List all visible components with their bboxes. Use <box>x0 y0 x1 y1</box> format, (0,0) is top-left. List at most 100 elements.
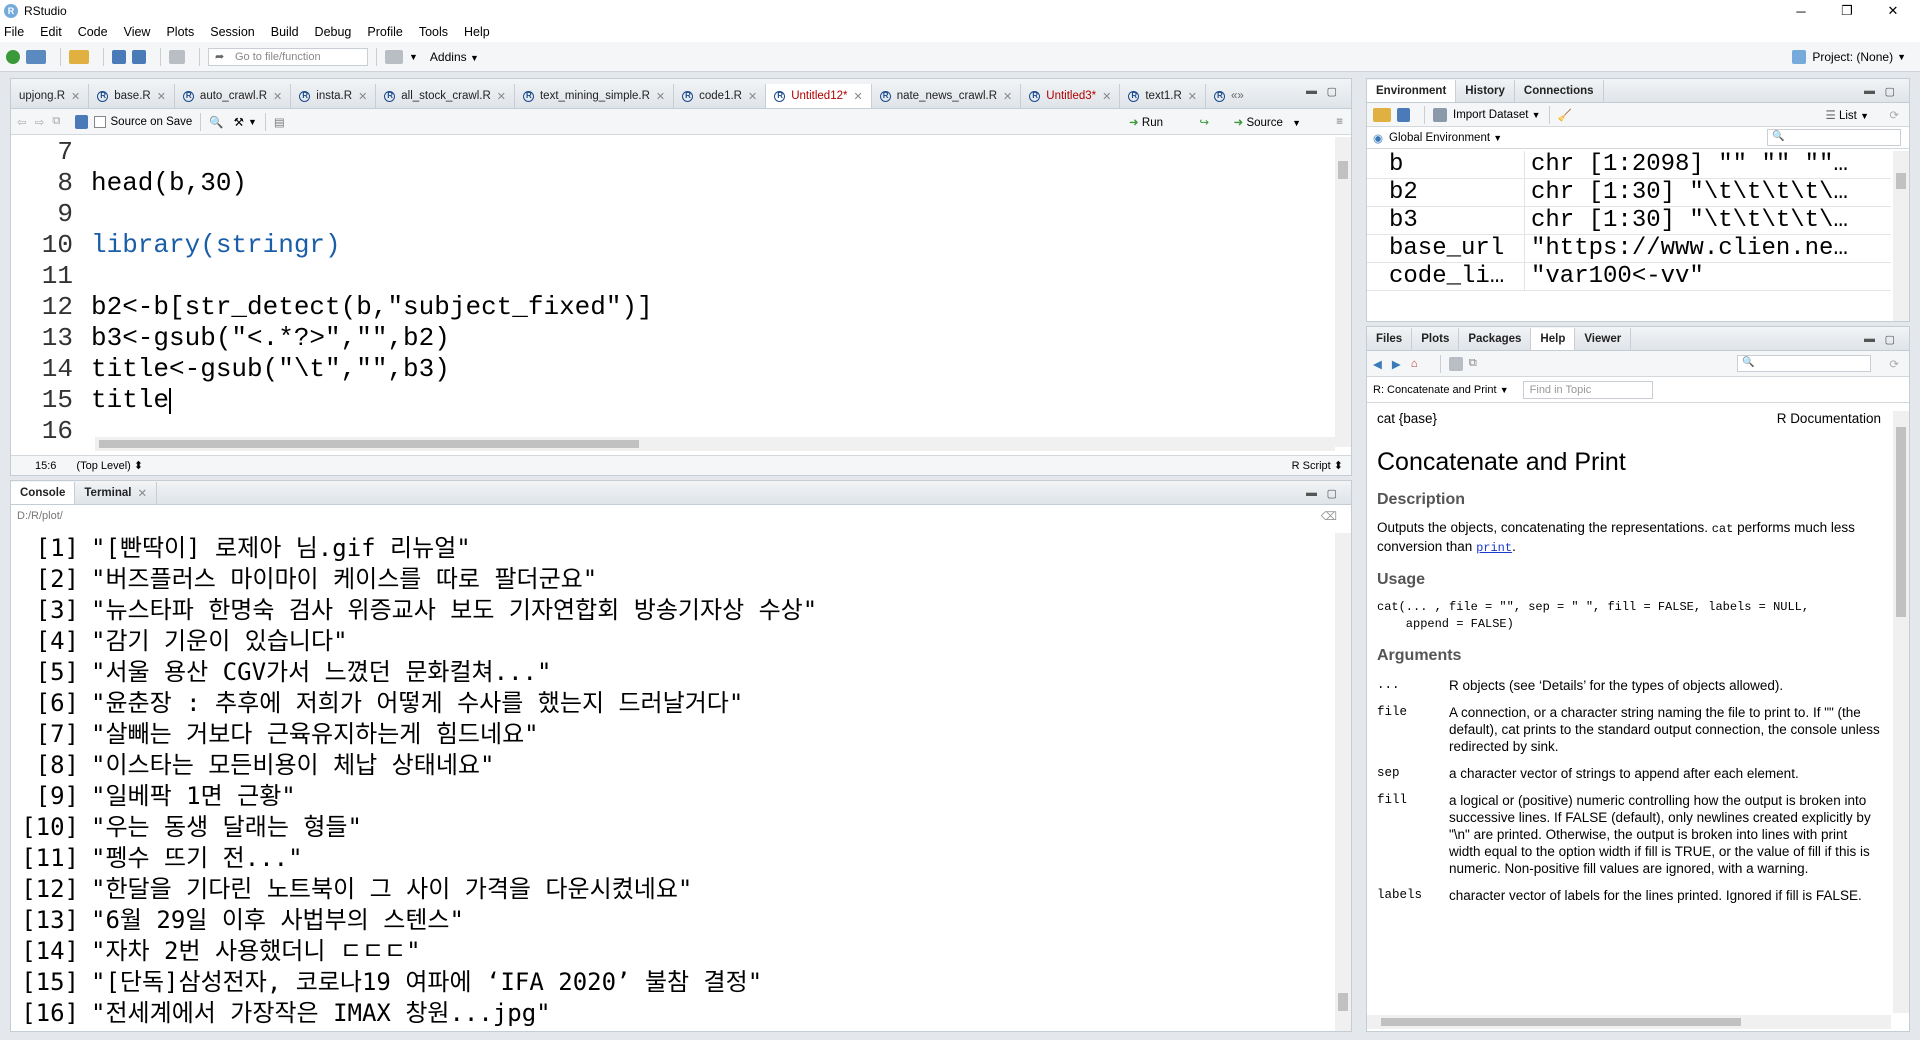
close-tab-icon[interactable]: ✕ <box>71 90 80 103</box>
open-file-icon[interactable] <box>69 49 89 64</box>
print-link[interactable]: print <box>1476 541 1512 555</box>
close-tab-icon[interactable]: ✕ <box>656 90 665 103</box>
code-editor[interactable]: 7 8 head(b,30) 9 10 library(stringr) 11 12… <box>11 137 1333 447</box>
back-arrow-icon[interactable]: ◀ <box>1373 357 1382 371</box>
scroll-thumb[interactable] <box>1338 993 1348 1011</box>
load-workspace-icon[interactable] <box>1373 107 1391 122</box>
new-project-icon[interactable] <box>26 49 46 64</box>
find-in-topic-input[interactable]: Find in Topic <box>1522 380 1653 399</box>
close-tab-icon[interactable]: ✕ <box>358 90 367 103</box>
view-mode-selector[interactable]: ☰ List ▼ <box>1825 108 1869 122</box>
search-icon[interactable]: 🔍 <box>209 115 223 129</box>
show-in-window-icon[interactable]: ⧉ <box>1469 357 1477 370</box>
grid-layout-icon[interactable] <box>385 49 403 64</box>
menu-help[interactable]: Help <box>464 25 490 39</box>
chevron-down-icon[interactable]: ▼ <box>248 117 257 127</box>
minimize-pane-icon[interactable]: ▬ <box>1864 85 1875 97</box>
tab-plots[interactable]: Plots <box>1412 328 1460 350</box>
help-horizontal-scrollbar[interactable] <box>1367 1015 1891 1029</box>
scroll-thumb[interactable] <box>1896 173 1906 189</box>
refresh-icon[interactable]: ⟳ <box>1889 108 1899 122</box>
tab-environment[interactable]: Environment <box>1367 80 1457 102</box>
close-tab-icon[interactable]: ✕ <box>1102 90 1111 103</box>
save-icon[interactable] <box>74 114 88 129</box>
back-arrow-icon[interactable]: ⇦ <box>17 115 27 129</box>
run-button[interactable]: ➜ Run <box>1129 115 1163 129</box>
print-icon[interactable] <box>169 49 185 64</box>
close-tab-icon[interactable]: ✕ <box>157 90 166 103</box>
environment-search-input[interactable]: 🔍 <box>1767 129 1901 146</box>
environment-row[interactable]: base_url "https://www.clien.ne… <box>1367 235 1891 263</box>
console-vertical-scrollbar[interactable] <box>1335 533 1351 1031</box>
close-tab-icon[interactable]: ✕ <box>748 90 757 103</box>
editor-tab[interactable]: base.R✕ <box>89 84 175 108</box>
rerun-icon[interactable]: ↪ <box>1199 115 1209 129</box>
editor-horizontal-scrollbar[interactable] <box>95 437 1335 451</box>
scroll-thumb[interactable] <box>99 440 639 448</box>
compile-report-icon[interactable]: ▤ <box>274 115 285 129</box>
tab-history[interactable]: History <box>1456 80 1515 102</box>
menu-file[interactable]: File <box>4 25 24 39</box>
editor-vertical-scrollbar[interactable] <box>1335 137 1351 447</box>
menu-plots[interactable]: Plots <box>166 25 194 39</box>
editor-tab[interactable]: Untitled3*✕ <box>1021 84 1121 108</box>
close-tab-icon[interactable]: ✕ <box>273 90 282 103</box>
environment-row[interactable]: b chr [1:2098] "" "" ""… <box>1367 151 1891 179</box>
save-icon[interactable] <box>112 49 126 64</box>
project-menu[interactable]: Project: (None) ▼ <box>1792 50 1906 64</box>
source-button[interactable]: ➜ Source ▼ <box>1234 115 1301 129</box>
goto-file-input[interactable]: ➦ Go to file/function <box>208 47 368 66</box>
maximize-pane-icon[interactable]: ▢ <box>1327 487 1337 500</box>
editor-tab-active[interactable]: Untitled12*✕ <box>766 84 872 108</box>
editor-tab[interactable]: text_mining_simple.R✕ <box>515 84 675 108</box>
global-environment-selector[interactable]: Global Environment ▼ <box>1389 132 1502 144</box>
editor-tab[interactable]: insta.R✕ <box>291 84 377 108</box>
menu-session[interactable]: Session <box>210 25 254 39</box>
menu-edit[interactable]: Edit <box>40 25 62 39</box>
show-in-window-icon[interactable]: ⧉ <box>52 115 60 128</box>
editor-tab[interactable]: code1.R✕ <box>674 84 767 108</box>
file-type-selector[interactable]: R Script ⬍ <box>1292 459 1343 472</box>
save-workspace-icon[interactable] <box>1397 107 1410 122</box>
tab-files[interactable]: Files <box>1367 328 1413 350</box>
magic-wand-icon[interactable]: ⚒ <box>234 115 244 129</box>
menu-profile[interactable]: Profile <box>367 25 402 39</box>
close-tab-icon[interactable]: ✕ <box>1003 90 1012 103</box>
menu-view[interactable]: View <box>124 25 151 39</box>
more-tabs-button[interactable]: «» <box>1206 84 1252 108</box>
minimize-pane-icon[interactable]: ▬ <box>1306 487 1317 499</box>
console-output[interactable]: [1] "[빤딱이] 로제아 님.gif 리뉴얼" [2] "버즈플러스 마이마이 … <box>11 533 1333 1031</box>
minimize-button[interactable]: ─ <box>1778 0 1824 22</box>
chevron-down-icon[interactable]: ▼ <box>409 52 418 62</box>
scroll-thumb[interactable] <box>1381 1018 1741 1026</box>
clear-console-icon[interactable]: ⌫ <box>1321 509 1337 523</box>
editor-tab[interactable]: auto_crawl.R✕ <box>175 84 292 108</box>
topic-selector[interactable]: R: Concatenate and Print ▼ <box>1373 384 1509 396</box>
menu-build[interactable]: Build <box>271 25 299 39</box>
outline-icon[interactable]: ≡ <box>1336 116 1343 128</box>
maximize-pane-icon[interactable]: ▢ <box>1885 85 1895 98</box>
broom-icon[interactable]: 🧹 <box>1558 108 1572 122</box>
editor-tab[interactable]: nate_news_crawl.R✕ <box>872 84 1022 108</box>
editor-tab[interactable]: all_stock_crawl.R✕ <box>376 84 515 108</box>
print-icon[interactable] <box>1448 356 1463 371</box>
forward-arrow-icon[interactable]: ⇨ <box>35 115 45 129</box>
editor-tab[interactable]: upjong.R ✕ <box>11 84 90 108</box>
help-search-input[interactable]: 🔍 <box>1737 355 1871 372</box>
new-file-icon[interactable] <box>6 49 20 64</box>
close-button[interactable]: ✕ <box>1870 0 1916 22</box>
minimize-pane-icon[interactable]: ▬ <box>1864 333 1875 345</box>
tab-connections[interactable]: Connections <box>1515 80 1604 102</box>
save-all-icon[interactable] <box>132 49 146 64</box>
menu-debug[interactable]: Debug <box>315 25 352 39</box>
menu-code[interactable]: Code <box>78 25 108 39</box>
menu-tools[interactable]: Tools <box>419 25 448 39</box>
minimize-pane-icon[interactable]: ▬ <box>1306 85 1317 97</box>
import-dataset-button[interactable]: Import Dataset ▼ <box>1433 107 1541 122</box>
forward-arrow-icon[interactable]: ▶ <box>1392 357 1401 371</box>
refresh-icon[interactable]: ⟳ <box>1889 357 1899 371</box>
home-icon[interactable]: ⌂ <box>1411 358 1418 370</box>
tab-terminal[interactable]: Terminal ✕ <box>75 482 158 504</box>
maximize-pane-icon[interactable]: ▢ <box>1327 85 1337 98</box>
environment-row[interactable]: code_li… "var100<-vv" <box>1367 263 1891 291</box>
